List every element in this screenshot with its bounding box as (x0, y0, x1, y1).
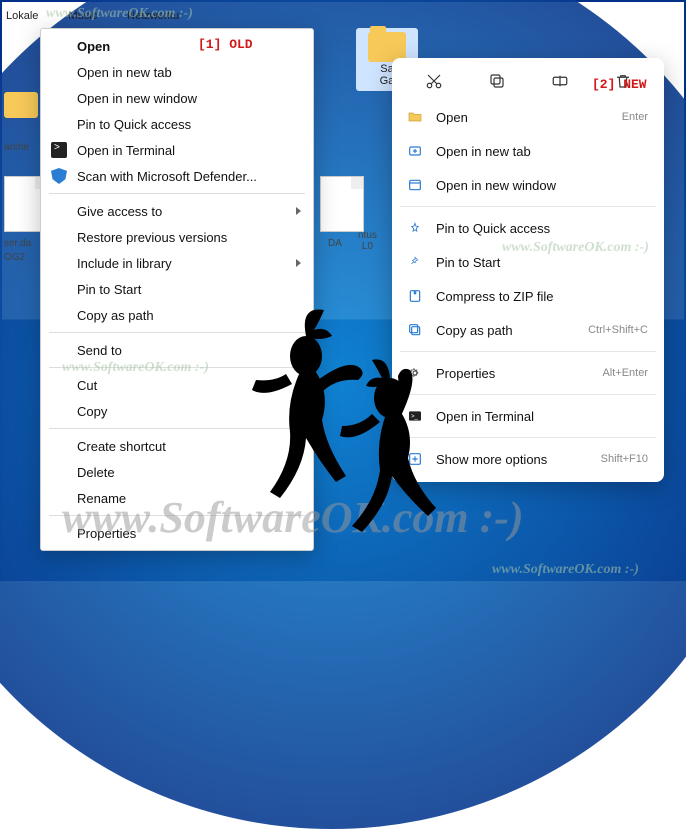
terminal-icon (51, 142, 67, 158)
folder-open-icon (406, 108, 424, 126)
shortcut-label: Shift+F10 (601, 453, 648, 465)
bg-label: DA (328, 238, 342, 249)
new-window-icon (406, 176, 424, 194)
folder-label: Music (68, 10, 97, 22)
menu-scan-defender[interactable]: Scan with Microsoft Defender... (41, 163, 313, 189)
pin-start-icon (406, 253, 424, 271)
menu-open-new-tab[interactable]: Open in new tab (41, 59, 313, 85)
menu-pin-quick-access[interactable]: Pin to Quick access (41, 111, 313, 137)
menu-open[interactable]: Open (41, 33, 313, 59)
menu-give-access[interactable]: Give access to (41, 198, 313, 224)
menu-include-library[interactable]: Include in library (41, 250, 313, 276)
copy-icon[interactable] (486, 70, 508, 92)
menu-pin-start[interactable]: Pin to Start (41, 276, 313, 302)
shortcut-label: Enter (622, 111, 648, 123)
menu-open-new-window[interactable]: Open in new window (41, 85, 313, 111)
bg-label: arche (4, 142, 29, 153)
stick-figures-illustration (240, 302, 460, 562)
folder-label: Netzwerku (127, 10, 179, 22)
folder-label: Lokale (6, 10, 38, 22)
rename-icon[interactable] (549, 70, 571, 92)
cut-icon[interactable] (423, 70, 445, 92)
bg-folder (4, 92, 38, 118)
badge-new: [2] NEW (592, 78, 647, 91)
separator (49, 193, 305, 194)
folder-row: Lokale Music Netzwerku (2, 10, 684, 22)
new-tab-icon (406, 142, 424, 160)
bg-label: OG2 (4, 252, 25, 263)
menu-open-terminal[interactable]: Open in Terminal (41, 137, 313, 163)
shortcut-label: Alt+Enter (602, 367, 648, 379)
bg-label: ntus L0 (358, 230, 377, 252)
shortcut-label: Ctrl+Shift+C (588, 324, 648, 336)
menu-open-new-tab[interactable]: Open in new tab (398, 134, 658, 168)
menu-pin-start[interactable]: Pin to Start (398, 245, 658, 279)
menu-restore-versions[interactable]: Restore previous versions (41, 224, 313, 250)
separator (400, 206, 656, 207)
bg-label: ser.da (4, 238, 31, 249)
bg-file (320, 176, 364, 232)
menu-pin-quick-access[interactable]: Pin to Quick access (398, 211, 658, 245)
menu-open-new-window[interactable]: Open in new window (398, 168, 658, 202)
shield-icon (51, 168, 67, 184)
pin-icon (406, 219, 424, 237)
badge-old: [1] OLD (198, 38, 253, 51)
menu-open[interactable]: Open Enter (398, 100, 658, 134)
